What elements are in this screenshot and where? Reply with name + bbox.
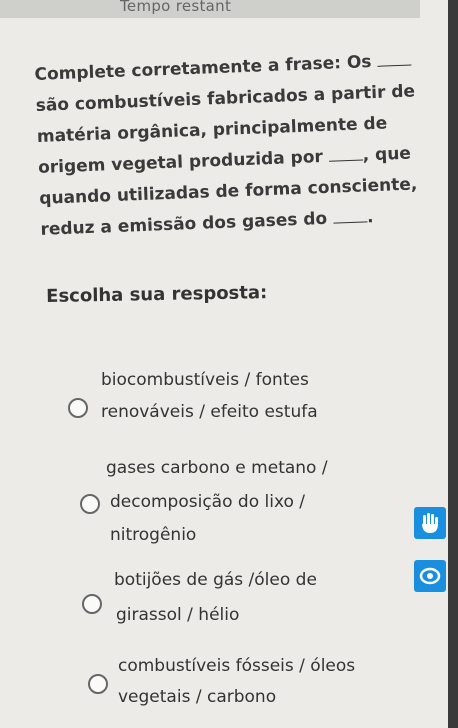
option-label-line: decomposição do lixo / [110, 492, 306, 512]
option-label-line: gases carbono e metano / [106, 458, 328, 478]
answer-option-3[interactable]: botijões de gás /óleo de girassol / héli… [0, 562, 400, 632]
radio-button[interactable] [88, 674, 108, 694]
hand-icon [422, 513, 438, 533]
option-label-line: botijões de gás /óleo de [114, 570, 317, 590]
blank-1 [377, 63, 412, 67]
option-label-line: girassol / hélio [116, 605, 240, 625]
eye-tool-button[interactable] [414, 560, 446, 592]
radio-button[interactable] [68, 398, 88, 418]
radio-button[interactable] [80, 494, 100, 514]
option-label-line: vegetais / carbono [118, 687, 277, 707]
top-bar: Tempo restant [0, 0, 420, 18]
question-part-1: Complete corretamente a frase: Os [34, 52, 372, 85]
right-edge [448, 0, 458, 728]
answer-option-4[interactable]: combustíveis fósseis / óleos vegetais / … [0, 648, 400, 720]
question-text: Complete corretamente a frase: Os são co… [34, 45, 421, 245]
answer-option-1[interactable]: biocombustíveis / fontes renováveis / ef… [0, 360, 400, 440]
question-part-4: . [366, 207, 374, 228]
option-label-line: nitrogênio [110, 525, 197, 545]
radio-button[interactable] [82, 594, 102, 614]
blank-2 [328, 158, 363, 162]
option-label-line: renováveis / efeito estufa [101, 402, 318, 422]
option-label-line: combustíveis fósseis / óleos [118, 656, 356, 676]
question-part-2: são combustíveis fabricados a partir de … [35, 81, 416, 178]
eye-icon [419, 567, 441, 585]
answer-option-2[interactable]: gases carbono e metano / decomposição do… [0, 448, 400, 548]
hand-tool-button[interactable] [414, 507, 446, 539]
blank-3 [333, 220, 368, 224]
option-label-line: biocombustíveis / fontes [101, 370, 309, 390]
answer-prompt: Escolha sua resposta: [46, 282, 268, 307]
timer-label: Tempo restant [120, 0, 232, 15]
